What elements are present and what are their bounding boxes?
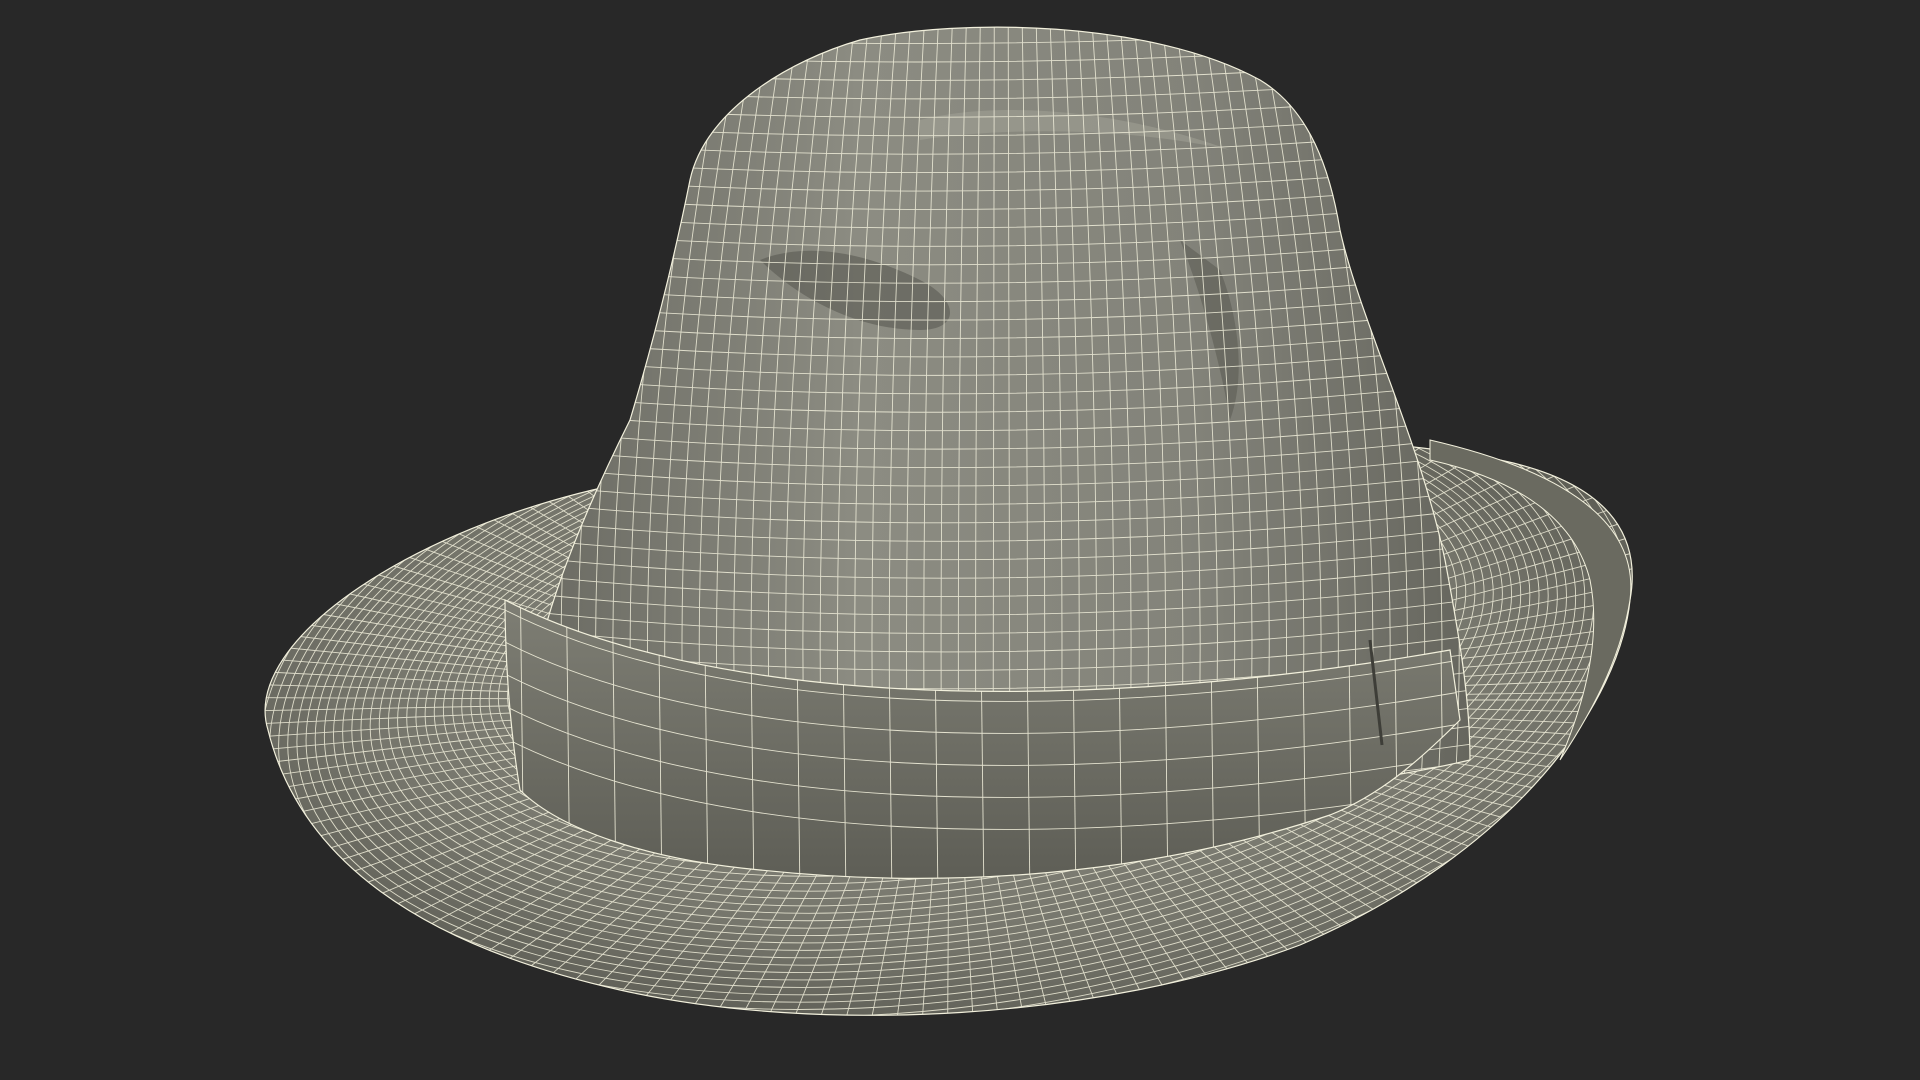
render-viewport	[0, 0, 1920, 1080]
hat-wireframe-render	[264, 26, 1633, 1016]
